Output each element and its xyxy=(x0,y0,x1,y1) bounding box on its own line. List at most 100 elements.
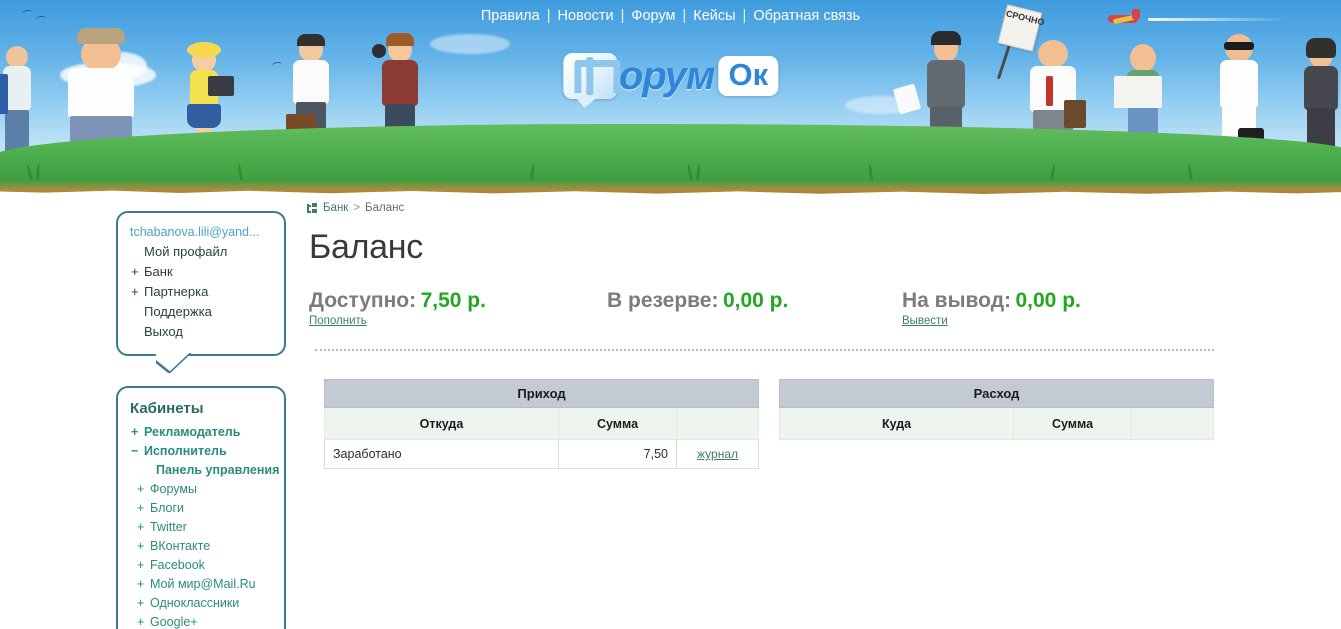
tree-icon xyxy=(307,202,318,214)
expand-marker: + xyxy=(137,501,145,515)
logo-word: орум xyxy=(618,53,716,98)
sidebar-item-blogs[interactable]: + Блоги xyxy=(130,499,274,518)
expand-marker: + xyxy=(131,264,139,279)
expand-marker: + xyxy=(137,615,145,629)
sidebar-item-label: Twitter xyxy=(150,520,187,534)
sidebar-item-google-plus[interactable]: + Google+ xyxy=(130,613,274,629)
expense-col-amount: Сумма xyxy=(1013,407,1133,440)
sidebar-item-label: ВКонтакте xyxy=(150,539,211,553)
sign-stick xyxy=(996,40,1013,80)
nav-separator: | xyxy=(742,8,747,24)
breadcrumb: Банк > Баланс xyxy=(307,202,1222,214)
transaction-tables: Приход Откуда Сумма Заработано 7,50 журн… xyxy=(323,379,1222,469)
balance-summary: Доступно: 7,50 р. Пополнить В резерве: 0… xyxy=(309,289,1222,337)
sidebar-item-label: Рекламодатель xyxy=(144,425,241,439)
expense-table-body xyxy=(780,440,1214,469)
sidebar: tchabanova.lili@yand... Мой профайл + Ба… xyxy=(116,211,286,629)
sidebar-item-odnoklassniki[interactable]: + Одноклассники xyxy=(130,594,274,613)
expense-col-action xyxy=(1131,407,1215,440)
income-cell-action[interactable]: журнал xyxy=(675,439,760,469)
logo-badge-ok: Ок xyxy=(718,56,779,96)
site-logo[interactable]: орум Ок xyxy=(562,50,779,108)
expand-marker: + xyxy=(131,425,139,439)
nav-separator: | xyxy=(620,8,625,24)
page-body: tchabanova.lili@yand... Мой профайл + Ба… xyxy=(0,196,1341,629)
balance-available: Доступно: 7,50 р. Пополнить xyxy=(309,289,486,327)
balance-amount: 0,00 р. xyxy=(722,289,789,312)
sidebar-item-label: Панель управления xyxy=(156,463,280,477)
bird-icon xyxy=(271,61,283,69)
balance-label: На вывод: xyxy=(902,289,1012,312)
expand-marker: + xyxy=(131,284,139,299)
cloud-decoration xyxy=(430,34,510,54)
sidebar-item-label: Форумы xyxy=(150,482,197,496)
logo-bubble-tail xyxy=(574,97,597,108)
nav-separator: | xyxy=(682,8,687,24)
page-title: Баланс xyxy=(309,228,423,266)
sidebar-item-partnerka[interactable]: + Партнерка xyxy=(130,282,274,302)
sidebar-item-label: Выход xyxy=(144,324,183,339)
expense-col-target: Куда xyxy=(779,407,1015,440)
balance-reserved: В резерве: 0,00 р. xyxy=(607,289,788,313)
expense-table: Расход Куда Сумма xyxy=(779,379,1215,469)
breadcrumb-current: Баланс xyxy=(365,202,405,214)
cabinets-title: Кабинеты xyxy=(130,400,204,417)
expand-marker: + xyxy=(137,482,145,496)
sidebar-item-logout[interactable]: Выход xyxy=(130,322,274,342)
nav-item-feedback[interactable]: Обратная связь xyxy=(750,8,863,24)
income-table: Приход Откуда Сумма Заработано 7,50 журн… xyxy=(323,379,760,469)
income-col-amount: Сумма xyxy=(558,407,677,440)
table-row: Заработано 7,50 журнал xyxy=(324,439,760,469)
nav-separator: | xyxy=(546,8,551,24)
expand-marker: + xyxy=(137,577,145,591)
sidebar-item-facebook[interactable]: + Facebook xyxy=(130,556,274,575)
nav-item-cases[interactable]: Кейсы xyxy=(690,8,738,24)
nav-item-forum[interactable]: Форум xyxy=(628,8,678,24)
expense-table-title: Расход xyxy=(779,379,1215,408)
nav-item-news[interactable]: Новости xyxy=(555,8,617,24)
user-email[interactable]: tchabanova.lili@yand... xyxy=(130,225,274,239)
expand-marker: + xyxy=(137,596,145,610)
balance-amount: 0,00 р. xyxy=(1015,289,1081,312)
balance-label: В резерве: xyxy=(607,289,719,312)
main-content: Банк > Баланс Баланс Доступно: 7,50 р. П… xyxy=(307,202,1222,469)
sidebar-item-vkontakte[interactable]: + ВКонтакте xyxy=(130,537,274,556)
sidebar-item-label: Банк xyxy=(144,264,173,279)
sidebar-item-label: Мой профайл xyxy=(144,244,228,259)
breadcrumb-link-bank[interactable]: Банк xyxy=(323,202,348,214)
income-cell-source: Заработано xyxy=(324,439,559,469)
expand-marker: + xyxy=(137,539,145,553)
sidebar-item-profile[interactable]: Мой профайл xyxy=(130,242,274,262)
section-divider xyxy=(315,349,1214,351)
top-navigation[interactable]: Правила | Новости | Форум | Кейсы | Обратная свя… xyxy=(0,8,1341,24)
sidebar-item-control-panel[interactable]: Панель управления xyxy=(130,461,279,480)
sidebar-item-label: Мой мир@Mail.Ru xyxy=(150,577,256,591)
speech-bubble-tail xyxy=(156,353,198,373)
sidebar-item-label: Исполнитель xyxy=(144,444,227,458)
sidebar-item-support[interactable]: Поддержка xyxy=(130,302,274,322)
sidebar-item-performer[interactable]: − Исполнитель xyxy=(130,442,274,461)
site-banner: СРОЧНО Правила | Новости | Форум | Кейсы… xyxy=(0,0,1341,196)
sidebar-item-twitter[interactable]: + Twitter xyxy=(130,518,274,537)
sidebar-item-moi-mir[interactable]: + Мой мир@Mail.Ru xyxy=(130,575,274,594)
nav-item-rules[interactable]: Правила xyxy=(478,8,543,24)
withdraw-link[interactable]: Вывести xyxy=(902,315,1081,327)
journal-link[interactable]: журнал xyxy=(697,447,738,461)
expand-marker: + xyxy=(137,520,145,534)
income-col-source: Откуда xyxy=(324,407,559,440)
sidebar-item-label: Блоги xyxy=(150,501,184,515)
balance-label: Доступно: xyxy=(309,289,417,312)
sidebar-item-bank[interactable]: + Банк xyxy=(130,262,274,282)
sidebar-item-forums[interactable]: + Форумы xyxy=(130,480,274,499)
expand-marker: + xyxy=(137,558,145,572)
user-panel: tchabanova.lili@yand... Мой профайл + Ба… xyxy=(116,211,286,356)
sidebar-item-label: Партнерка xyxy=(144,284,209,299)
deposit-link[interactable]: Пополнить xyxy=(309,315,486,327)
sidebar-item-advertiser[interactable]: + Рекламодатель xyxy=(130,423,274,442)
balance-amount: 7,50 р. xyxy=(420,289,486,312)
income-cell-amount: 7,50 xyxy=(558,439,677,469)
grass-strip xyxy=(0,124,1341,196)
sidebar-item-label: Одноклассники xyxy=(150,596,240,610)
balance-withdrawable: На вывод: 0,00 р. Вывести xyxy=(902,289,1081,327)
sidebar-item-label: Google+ xyxy=(150,615,198,629)
